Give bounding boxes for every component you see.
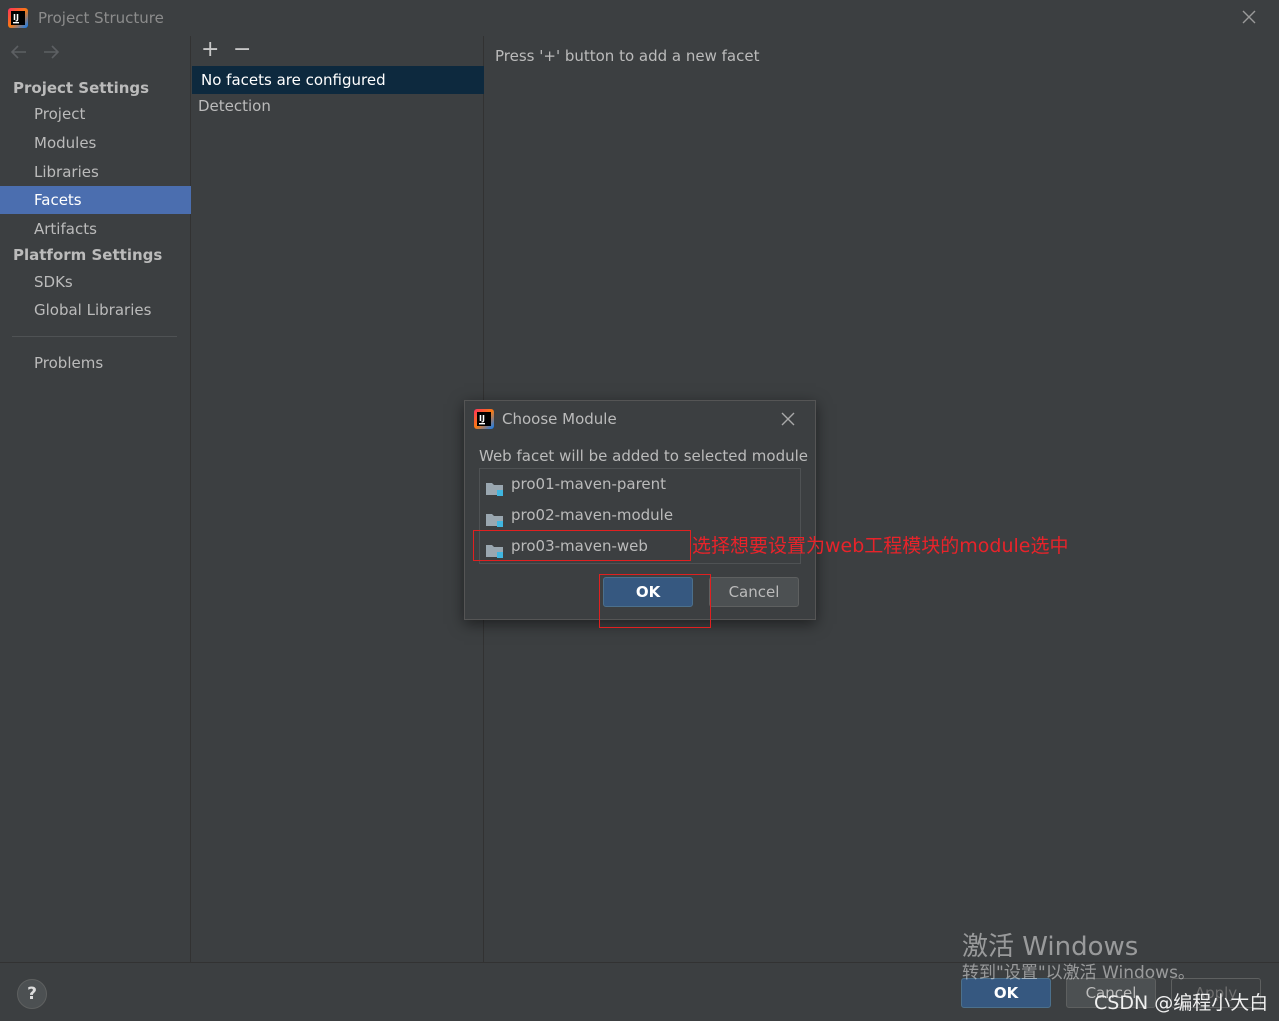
sidebar-item-modules[interactable]: Modules: [0, 129, 191, 157]
window-title: Project Structure: [38, 9, 164, 27]
intellij-dialog-icon: IJ: [474, 409, 494, 433]
platform-settings-header: Platform Settings: [13, 246, 163, 264]
back-arrow-icon[interactable]: [8, 42, 30, 66]
sidebar-item-project[interactable]: Project: [0, 100, 191, 128]
svg-text:IJ: IJ: [479, 414, 485, 423]
remove-facet-button[interactable]: −: [233, 39, 251, 61]
dialog-message: Web facet will be added to selected modu…: [479, 447, 809, 465]
help-button[interactable]: ?: [17, 979, 47, 1009]
sidebar-item-artifacts[interactable]: Artifacts: [0, 215, 191, 243]
sidebar-item-sdks[interactable]: SDKs: [0, 268, 191, 296]
annotation-highlight-ok: [599, 574, 711, 628]
sidebar-item-global-libraries[interactable]: Global Libraries: [0, 296, 191, 324]
sidebar-divider: [12, 336, 177, 337]
sidebar-item-libraries[interactable]: Libraries: [0, 158, 191, 186]
dialog-title: Choose Module: [502, 410, 617, 428]
add-facet-button[interactable]: +: [201, 39, 219, 61]
sidebar-item-facets[interactable]: Facets: [0, 186, 191, 214]
dialog-cancel-button[interactable]: Cancel: [709, 577, 799, 607]
annotation-text: 选择想要设置为web工程模块的module选中: [692, 535, 1069, 557]
intellij-app-icon: IJ: [8, 8, 28, 32]
forward-arrow-icon[interactable]: [40, 42, 62, 66]
annotation-highlight-module: [473, 530, 691, 561]
title-bar: IJ Project Structure: [0, 0, 1279, 36]
facets-list-panel: + − No facets are configured Detection: [192, 36, 484, 962]
facets-toolbar: + −: [192, 36, 484, 66]
module-item-pro01[interactable]: pro01-maven-parent: [480, 469, 800, 500]
sidebar-item-problems[interactable]: Problems: [0, 349, 191, 377]
add-facet-hint: Press '+' button to add a new facet: [495, 47, 760, 65]
activate-windows-subtitle: 转到"设置"以激活 Windows。: [962, 963, 1195, 983]
no-facets-row[interactable]: No facets are configured: [192, 66, 484, 94]
module-label: pro01-maven-parent: [511, 475, 667, 493]
module-item-pro02[interactable]: pro02-maven-module: [480, 500, 800, 531]
project-settings-header: Project Settings: [13, 79, 150, 97]
svg-text:IJ: IJ: [13, 13, 19, 22]
csdn-watermark: CSDN @编程小大白: [1094, 992, 1269, 1014]
dialog-close-icon[interactable]: [780, 411, 796, 431]
detection-item[interactable]: Detection: [198, 97, 271, 115]
settings-sidebar: Project Settings Project Modules Librari…: [0, 36, 191, 962]
close-window-icon[interactable]: [1240, 8, 1258, 30]
module-label: pro02-maven-module: [511, 506, 674, 524]
